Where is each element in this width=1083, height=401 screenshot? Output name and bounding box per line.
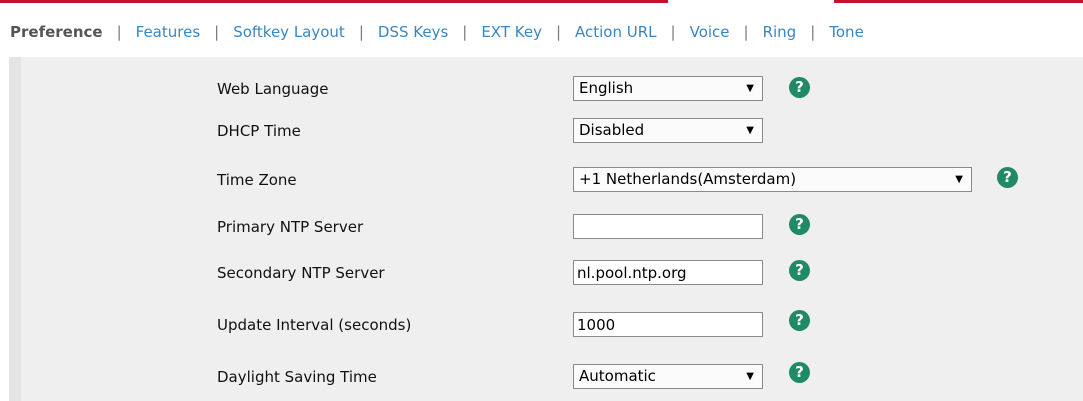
tab-action-url[interactable]: Action URL bbox=[575, 21, 657, 43]
tab-preference[interactable]: Preference bbox=[0, 21, 103, 43]
tab-separator: | bbox=[116, 23, 122, 41]
tab-ring[interactable]: Ring bbox=[763, 21, 797, 43]
update-interval-input[interactable] bbox=[573, 312, 763, 337]
daylight-saving-row: Daylight Saving Time Automatic ▼ ? bbox=[9, 360, 1083, 394]
help-icon[interactable]: ? bbox=[789, 214, 810, 235]
daylight-saving-value: Automatic bbox=[579, 367, 656, 385]
tab-separator: | bbox=[358, 23, 364, 41]
tab-separator: | bbox=[743, 23, 749, 41]
help-icon[interactable]: ? bbox=[789, 310, 810, 331]
dhcp-time-row: DHCP Time Disabled ▼ bbox=[9, 114, 1083, 148]
tab-list: Preference | Features | Softkey Layout |… bbox=[0, 21, 864, 43]
chevron-down-icon: ▼ bbox=[955, 174, 963, 185]
daylight-saving-label: Daylight Saving Time bbox=[217, 368, 377, 386]
tab-ext-key[interactable]: EXT Key bbox=[481, 21, 542, 43]
secondary-ntp-label: Secondary NTP Server bbox=[217, 264, 385, 282]
secondary-ntp-input[interactable] bbox=[573, 260, 763, 285]
chevron-down-icon: ▼ bbox=[746, 371, 754, 382]
dhcp-time-label: DHCP Time bbox=[217, 122, 301, 140]
update-interval-label: Update Interval (seconds) bbox=[217, 316, 412, 334]
tab-features[interactable]: Features bbox=[136, 21, 201, 43]
tab-voice[interactable]: Voice bbox=[690, 21, 730, 43]
tab-separator: | bbox=[462, 23, 468, 41]
primary-ntp-input[interactable] bbox=[573, 214, 763, 239]
dhcp-time-select[interactable]: Disabled ▼ bbox=[573, 118, 763, 143]
tab-bar: Preference | Features | Softkey Layout |… bbox=[0, 3, 1083, 57]
tab-dss-keys[interactable]: DSS Keys bbox=[378, 21, 448, 43]
help-icon[interactable]: ? bbox=[789, 362, 810, 383]
tab-separator: | bbox=[214, 23, 220, 41]
chevron-down-icon: ▼ bbox=[746, 83, 754, 94]
settings-panel: Web Language English ▼ ? DHCP Time Disab… bbox=[9, 57, 1083, 401]
primary-ntp-label: Primary NTP Server bbox=[217, 218, 364, 236]
time-zone-row: Time Zone +1 Netherlands(Amsterdam) ▼ ? bbox=[9, 163, 1083, 197]
primary-ntp-row: Primary NTP Server ? bbox=[9, 210, 1083, 244]
web-language-label: Web Language bbox=[217, 80, 329, 98]
secondary-ntp-row: Secondary NTP Server ? bbox=[9, 256, 1083, 290]
web-language-select[interactable]: English ▼ bbox=[573, 76, 763, 101]
tab-separator: | bbox=[810, 23, 816, 41]
help-icon[interactable]: ? bbox=[789, 260, 810, 281]
help-icon[interactable]: ? bbox=[997, 167, 1018, 188]
chevron-down-icon: ▼ bbox=[746, 125, 754, 136]
web-language-row: Web Language English ▼ ? bbox=[9, 72, 1083, 106]
help-icon[interactable]: ? bbox=[789, 77, 810, 98]
time-zone-label: Time Zone bbox=[217, 171, 297, 189]
tab-separator: | bbox=[555, 23, 562, 41]
update-interval-row: Update Interval (seconds) ? bbox=[9, 308, 1083, 342]
time-zone-value: +1 Netherlands(Amsterdam) bbox=[579, 170, 797, 188]
daylight-saving-select[interactable]: Automatic ▼ bbox=[573, 364, 763, 389]
tab-softkey-layout[interactable]: Softkey Layout bbox=[233, 21, 345, 43]
tab-separator: | bbox=[670, 23, 676, 41]
time-zone-select[interactable]: +1 Netherlands(Amsterdam) ▼ bbox=[573, 167, 972, 192]
tab-tone[interactable]: Tone bbox=[829, 21, 864, 43]
dhcp-time-value: Disabled bbox=[579, 121, 645, 139]
web-language-value: English bbox=[579, 79, 634, 97]
